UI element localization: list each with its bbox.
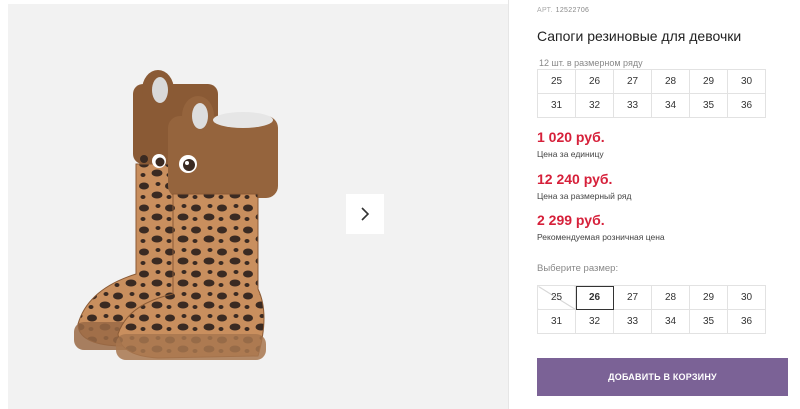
chevron-right-icon: [361, 207, 370, 221]
range-size-cell: 36: [727, 93, 766, 118]
size-option[interactable]: 36: [727, 309, 766, 334]
size-option[interactable]: 32: [575, 309, 614, 334]
size-option[interactable]: 30: [727, 285, 766, 310]
sku-label: АРТ.: [537, 7, 553, 14]
range-size-cell: 34: [651, 93, 690, 118]
size-picker-grid: 25 26 27 28 29 30 31 32 33 34 35 36: [537, 285, 766, 334]
product-title: Сапоги резиновые для девочки: [537, 28, 742, 44]
retail-price: 2 299 руб.: [537, 212, 605, 228]
size-option[interactable]: 34: [651, 309, 690, 334]
unit-price: 1 020 руб.: [537, 129, 605, 145]
product-sku: АРТ. 12522706: [537, 7, 589, 14]
product-photo[interactable]: [8, 4, 321, 409]
range-size-cell: 35: [689, 93, 728, 118]
size-range-note: 12 шт. в размерном ряду: [539, 58, 643, 68]
range-size-cell: 28: [651, 69, 690, 94]
panel-divider: [508, 0, 509, 409]
size-picker-label: Выберите размер:: [537, 263, 619, 274]
size-option[interactable]: 31: [537, 309, 576, 334]
add-to-cart-button[interactable]: ДОБАВИТЬ В КОРЗИНУ: [537, 358, 788, 396]
size-option[interactable]: 27: [613, 285, 652, 310]
size-option[interactable]: 29: [689, 285, 728, 310]
size-range-grid: 25 26 27 28 29 30 31 32 33 34 35 36: [537, 69, 766, 118]
gallery-next-button[interactable]: [346, 194, 384, 234]
size-option[interactable]: 33: [613, 309, 652, 334]
range-size-cell: 27: [613, 69, 652, 94]
range-size-cell: 30: [727, 69, 766, 94]
range-size-cell: 26: [575, 69, 614, 94]
size-option[interactable]: 35: [689, 309, 728, 334]
product-gallery: [0, 0, 508, 409]
range-price: 12 240 руб.: [537, 171, 613, 187]
unit-price-label: Цена за единицу: [537, 149, 604, 159]
range-size-cell: 31: [537, 93, 576, 118]
range-size-cell: 32: [575, 93, 614, 118]
size-option[interactable]: 28: [651, 285, 690, 310]
range-size-cell: 25: [537, 69, 576, 94]
range-price-label: Цена за размерный ряд: [537, 191, 632, 201]
range-size-cell: 29: [689, 69, 728, 94]
range-size-cell: 33: [613, 93, 652, 118]
size-option-selected[interactable]: 26: [575, 285, 614, 310]
size-option-unavailable[interactable]: 25: [537, 285, 576, 310]
sku-value: 12522706: [555, 7, 590, 14]
rain-boots-image: [74, 70, 278, 360]
retail-price-label: Рекомендуемая розничная цена: [537, 232, 665, 242]
